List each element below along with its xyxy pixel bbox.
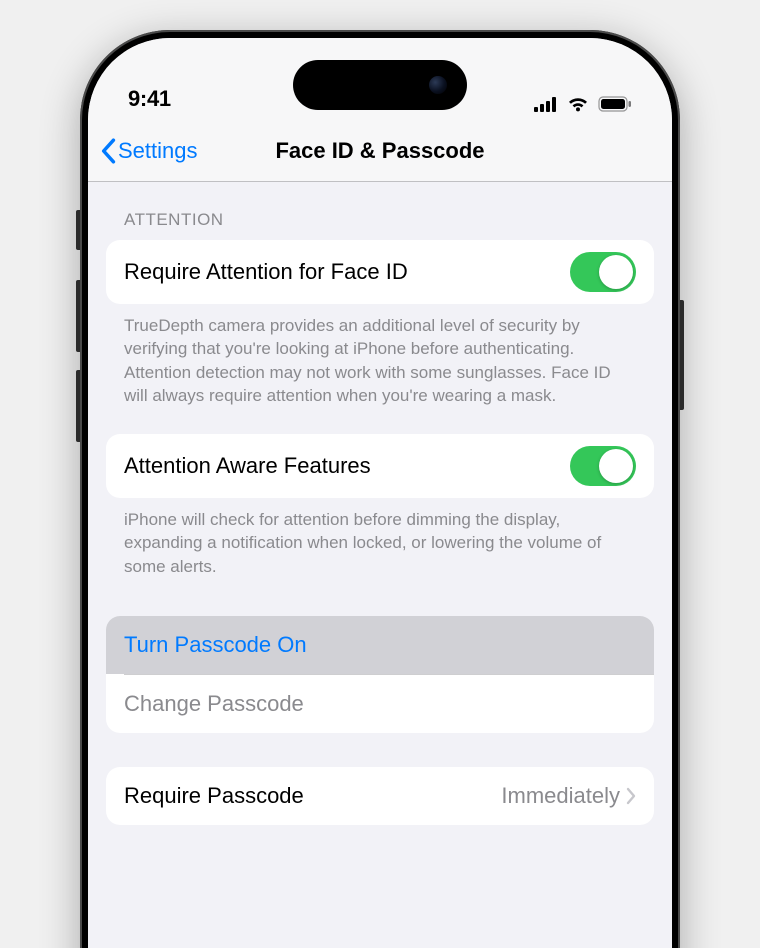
attention-group-2: Attention Aware Features	[106, 434, 654, 498]
change-passcode-label: Change Passcode	[124, 691, 304, 717]
change-passcode-cell[interactable]: Change Passcode	[106, 675, 654, 733]
dynamic-island	[293, 60, 467, 110]
volume-up-button	[76, 280, 80, 352]
status-time: 9:41	[128, 86, 171, 112]
back-button[interactable]: Settings	[100, 138, 198, 164]
require-passcode-value: Immediately	[501, 783, 620, 809]
back-label: Settings	[118, 138, 198, 164]
ringer-switch	[76, 210, 80, 250]
require-passcode-group: Require Passcode Immediately	[106, 767, 654, 825]
chevron-right-icon	[626, 787, 636, 805]
side-button	[680, 300, 684, 410]
turn-passcode-on-label: Turn Passcode On	[124, 632, 307, 658]
settings-content: ATTENTION Require Attention for Face ID …	[88, 182, 672, 825]
battery-icon	[598, 96, 632, 112]
attention-aware-footer: iPhone will check for attention before d…	[106, 498, 654, 582]
require-attention-cell[interactable]: Require Attention for Face ID	[106, 240, 654, 304]
cellular-signal-icon	[534, 97, 558, 112]
wifi-icon	[567, 96, 589, 112]
passcode-group: Turn Passcode On Change Passcode	[106, 616, 654, 733]
require-passcode-label: Require Passcode	[124, 783, 304, 809]
attention-group-1: Require Attention for Face ID	[106, 240, 654, 304]
screen: 9:41	[88, 38, 672, 948]
attention-aware-cell[interactable]: Attention Aware Features	[106, 434, 654, 498]
front-camera-icon	[429, 76, 447, 94]
navigation-bar: Settings Face ID & Passcode	[88, 120, 672, 182]
chevron-left-icon	[100, 138, 116, 164]
require-passcode-cell[interactable]: Require Passcode Immediately	[106, 767, 654, 825]
attention-aware-label: Attention Aware Features	[124, 453, 371, 479]
require-attention-label: Require Attention for Face ID	[124, 259, 408, 285]
attention-aware-toggle[interactable]	[570, 446, 636, 486]
require-attention-footer: TrueDepth camera provides an additional …	[106, 304, 654, 412]
require-attention-toggle[interactable]	[570, 252, 636, 292]
volume-down-button	[76, 370, 80, 442]
turn-passcode-on-cell[interactable]: Turn Passcode On	[106, 616, 654, 674]
section-header-attention: ATTENTION	[106, 182, 654, 240]
iphone-device-frame: 9:41	[80, 30, 680, 948]
status-icons	[534, 96, 632, 112]
page-title: Face ID & Passcode	[275, 138, 484, 164]
